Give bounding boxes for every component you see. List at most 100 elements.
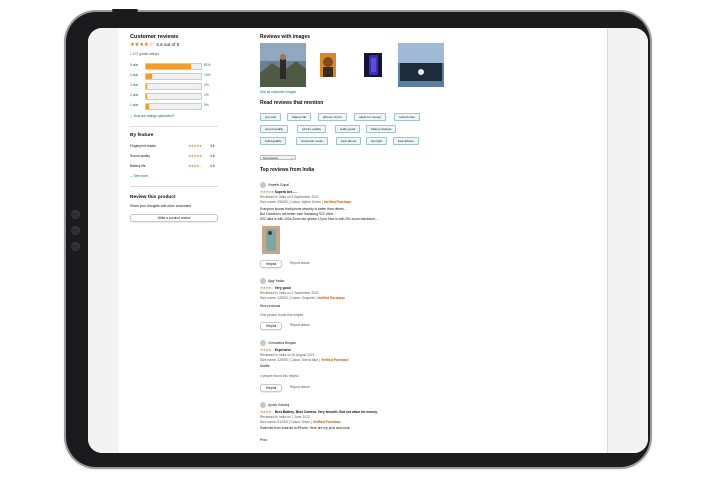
review-product-subtitle: Share your thoughts with other customers bbox=[130, 204, 192, 208]
see-all-images-link[interactable]: See all customer images bbox=[260, 90, 296, 94]
review-body-line: Mobile bbox=[260, 364, 270, 368]
review-author-name: Ajay Yadav bbox=[268, 278, 285, 283]
histogram-bar-5[interactable] bbox=[145, 63, 202, 70]
review-product-title: Review this product bbox=[130, 195, 176, 200]
histogram-fill bbox=[146, 74, 152, 79]
review-image-thumbnail[interactable] bbox=[260, 43, 306, 87]
review-image-thumbnail[interactable] bbox=[320, 53, 336, 77]
helpful-button[interactable]: Helpful bbox=[260, 322, 283, 331]
mention-chip[interactable]: picture quality bbox=[297, 125, 327, 133]
average-rating-text: 4.6 out of 5 bbox=[156, 42, 180, 47]
sensor-dot-icon bbox=[71, 242, 80, 251]
histogram-label-5[interactable]: 5 star bbox=[130, 63, 138, 67]
review-author-name: Ayush Kamboj bbox=[268, 402, 290, 407]
mention-chip[interactable]: build quality bbox=[260, 137, 287, 145]
histogram-pct-5[interactable]: 81% bbox=[204, 63, 211, 67]
mention-chip[interactable]: iphone 13 pro bbox=[318, 113, 347, 121]
feature-score: 4.5 bbox=[210, 164, 215, 168]
avatar-icon bbox=[260, 278, 266, 284]
mention-chip[interactable]: value for money bbox=[354, 113, 387, 121]
read-reviews-mention-title: Read reviews that mention bbox=[260, 100, 324, 106]
histogram-fill bbox=[146, 94, 147, 99]
helpful-button[interactable]: Helpful bbox=[260, 260, 283, 269]
histogram-bar-4[interactable] bbox=[145, 73, 202, 80]
review-date: Reviewed in India on 5 September 2022 bbox=[260, 195, 319, 199]
write-review-button[interactable]: Write a product review bbox=[130, 214, 218, 223]
review-date: Reviewed in India on 7 June 2022 bbox=[260, 415, 310, 419]
phone-case-photo-icon bbox=[262, 226, 280, 254]
customer-reviews-title: Customer reviews bbox=[130, 34, 179, 40]
histogram-fill bbox=[146, 104, 149, 109]
review-headline: Best Battery. Best Camera. Very smooth. … bbox=[274, 410, 378, 414]
chevron-down-icon: ⌄ bbox=[290, 156, 293, 160]
mention-chip[interactable]: battery backup bbox=[366, 125, 397, 133]
divider bbox=[130, 186, 218, 187]
feature-name: Fingerprint reader bbox=[130, 144, 157, 148]
review-headline: Expensive bbox=[274, 348, 292, 352]
verified-badge: Verified Purchase bbox=[323, 200, 352, 204]
histogram-label-1[interactable]: 1 star bbox=[130, 103, 138, 107]
review-variant: Size name: 256GB | Colour: Alpine Green … bbox=[260, 200, 352, 204]
review-variant: Size name: 128GB | Colour: Graphite | Ve… bbox=[260, 296, 345, 300]
sort-dropdown[interactable]: Top reviews ⌄ bbox=[260, 155, 296, 160]
iphone-box-photo-icon bbox=[398, 43, 444, 87]
review-variant-text: Size name: 128GB | Colour: Sierra Blue bbox=[260, 358, 319, 362]
review-author: Chinudeha Bhoyan bbox=[260, 340, 296, 346]
histogram-label-2[interactable]: 2 star bbox=[130, 93, 138, 97]
mention-chip[interactable]: refresh rate bbox=[394, 113, 420, 121]
histogram-pct-4[interactable]: 10% bbox=[204, 73, 211, 77]
review-headline-row[interactable]: ★★★★★ Superb bet...... bbox=[260, 190, 297, 194]
review-headline-row[interactable]: ★★★★☆ Very good bbox=[260, 286, 291, 290]
review-image-thumbnail[interactable] bbox=[398, 43, 444, 87]
review-variant: Size name: 128GB | Colour: Sierra Blue |… bbox=[260, 358, 349, 362]
mention-chip[interactable]: sound quality bbox=[260, 125, 289, 133]
feature-score: 4.6 bbox=[210, 154, 215, 158]
volume-button bbox=[112, 9, 138, 12]
histogram-label-4[interactable]: 4 star bbox=[130, 73, 138, 77]
feature-name: Sound quality bbox=[130, 154, 150, 158]
histogram-pct-2[interactable]: 1% bbox=[204, 93, 209, 97]
review-stars-icon: ★★★★☆ bbox=[260, 286, 274, 290]
histogram-label-3[interactable]: 3 star bbox=[130, 83, 138, 87]
report-abuse-link[interactable]: Report abuse bbox=[290, 385, 310, 389]
mention-chip[interactable]: really good bbox=[335, 125, 361, 133]
review-date: Reviewed in India on 2 September 2022 bbox=[260, 291, 319, 295]
histogram-bar-3[interactable] bbox=[145, 83, 202, 90]
review-body-line: Pros: bbox=[260, 438, 268, 442]
helpful-button[interactable]: Helpful bbox=[260, 384, 283, 393]
histogram-bar-2[interactable] bbox=[145, 93, 202, 100]
mention-chip[interactable]: pro max bbox=[260, 113, 282, 121]
sort-dropdown-label: Top reviews bbox=[263, 156, 278, 160]
report-abuse-link[interactable]: Report abuse bbox=[290, 261, 310, 265]
review-body-line: Nice products bbox=[260, 304, 281, 308]
helpful-count: One person found this helpful bbox=[260, 313, 304, 317]
how-ratings-calculated-link[interactable]: ⌄ How are ratings calculated? bbox=[130, 114, 174, 118]
tablet-screen: Customer reviews ★★★★☆ 4.6 out of 5 1,10… bbox=[88, 28, 648, 453]
review-headline: Superb bet...... bbox=[274, 190, 298, 194]
review-author-name: Vineeth Gopal bbox=[268, 182, 289, 187]
review-headline-row[interactable]: ★★★★☆ Expensive bbox=[260, 348, 291, 352]
review-image-thumbnail[interactable] bbox=[364, 53, 382, 77]
by-feature-title: By feature bbox=[130, 133, 154, 138]
selfie-photo-icon bbox=[320, 53, 336, 77]
report-abuse-link[interactable]: Report abuse bbox=[290, 323, 310, 327]
review-author: Vineeth Gopal bbox=[260, 182, 289, 188]
mention-chip[interactable]: low light bbox=[366, 137, 388, 145]
histogram-pct-1[interactable]: 5% bbox=[204, 103, 209, 107]
mention-chip[interactable]: best iphone bbox=[393, 137, 419, 145]
histogram-bar-1[interactable] bbox=[145, 103, 202, 110]
mention-chip[interactable]: cinematic mode bbox=[296, 137, 328, 145]
review-headline-row[interactable]: ★★★★☆ Best Battery. Best Camera. Very sm… bbox=[260, 410, 378, 414]
reviews-page: Customer reviews ★★★★☆ 4.6 out of 5 1,10… bbox=[120, 28, 608, 453]
mention-chip[interactable]: battery life bbox=[287, 113, 312, 121]
verified-badge: Verified Purchase bbox=[317, 296, 345, 300]
review-attached-image[interactable] bbox=[262, 226, 280, 254]
histogram-pct-3[interactable]: 2% bbox=[204, 83, 209, 87]
feature-stars-icon: ★★★★★ bbox=[188, 154, 202, 158]
global-ratings: 1,107 global ratings bbox=[130, 52, 159, 56]
review-stars-icon: ★★★★★ bbox=[260, 190, 274, 194]
see-more-features-link[interactable]: ⌄ See more bbox=[130, 174, 148, 178]
mention-chip[interactable]: best phone bbox=[336, 137, 362, 145]
left-margin bbox=[88, 28, 119, 453]
review-stars-icon: ★★★★☆ bbox=[260, 410, 274, 414]
